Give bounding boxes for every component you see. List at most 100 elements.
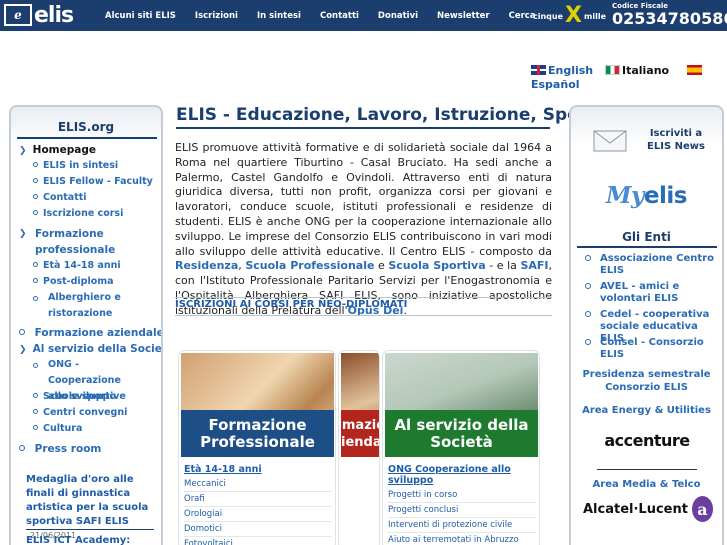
area-energy-label: Area Energy & Utilities: [582, 405, 711, 416]
language-english-label: English: [548, 64, 594, 77]
alcatel-lucent-logo[interactable]: Alcatel·Lucent a: [583, 494, 713, 524]
nav-newsletter[interactable]: Newsletter: [437, 11, 490, 21]
ente-label: Consel - Consorzio ELIS: [600, 337, 704, 360]
circle-bullet-icon: [585, 339, 591, 345]
link-safi[interactable]: SAFI: [520, 259, 548, 272]
card-heading[interactable]: ONG Cooperazione allo sviluppo: [388, 464, 539, 486]
sidebar-item-label: Formazione aziendale: [34, 327, 163, 339]
ente-label: Associazione Centro ELIS: [600, 253, 714, 276]
circle-bullet-icon: [33, 262, 38, 267]
alcatel-logo-icon: a: [691, 496, 713, 522]
circle-bullet-icon: [33, 425, 38, 430]
sidebar-item-label: Formazione professionale: [35, 228, 116, 256]
language-italiano[interactable]: Italiano: [604, 64, 669, 77]
link-scuola-professionale[interactable]: Scuola Professionale: [245, 259, 374, 272]
news-item[interactable]: Medaglia d'oro alle finali di ginnastica…: [26, 473, 154, 543]
sidebar-item-label: Alberghiero e ristorazione: [48, 292, 121, 319]
sidebar-item-elis-fellow[interactable]: ELIS Fellow - Faculty: [33, 174, 153, 190]
circle-bullet-icon: [19, 329, 25, 335]
card-link[interactable]: Progetti in corso: [388, 488, 536, 503]
chevron-down-icon: ❯: [19, 146, 27, 156]
nav-alcuni-siti[interactable]: Alcuni siti ELIS: [105, 11, 176, 21]
card-link[interactable]: Meccanici: [184, 477, 332, 492]
sidebar-item-label: ELIS in sintesi: [43, 160, 119, 171]
circle-bullet-icon: [33, 178, 38, 183]
card-link[interactable]: Orafi: [184, 492, 332, 507]
alcatel-text: Alcatel·Lucent: [583, 501, 688, 517]
card-formazione-professionale[interactable]: Formazione Professionale Età 14-18 anni …: [178, 350, 336, 545]
ente-consel[interactable]: Consel - Consorzio ELIS: [585, 337, 719, 361]
card-link[interactable]: Aiuto ai terremotati in Abruzzo: [388, 533, 536, 545]
sidebar-item-label: Scuole sportive: [43, 391, 126, 402]
card-banner: mazio iendal: [341, 410, 379, 457]
myelis-my: My: [606, 182, 644, 209]
presidenza-link[interactable]: Presidenza semestrale Consorzio ELIS: [571, 368, 722, 394]
card-link[interactable]: Orologiai: [184, 507, 332, 522]
sidebar-item-label: Centri convegni: [43, 407, 128, 418]
link-scuola-sportiva[interactable]: Scuola Sportiva: [388, 259, 485, 272]
area-media-label: Area Media & Telco: [592, 479, 701, 490]
circle-bullet-icon: [33, 409, 38, 414]
elis-logo[interactable]: e elis: [4, 3, 74, 28]
intro-paragraph: ELIS promuove attività formative e di so…: [175, 141, 552, 319]
intro-sep-3: - e la: [485, 259, 521, 273]
card-formazione-aziendale[interactable]: mazio iendal: [338, 350, 380, 545]
sidebar-item-iscrizione-corsi[interactable]: Iscrizione corsi: [33, 206, 123, 222]
sidebar-item-label: Post-diploma: [43, 276, 114, 287]
sidebar-item-al-servizio[interactable]: ❯ Al servizio della Società: [19, 341, 161, 358]
card-al-servizio[interactable]: Al servizio della Società ONG Cooperazio…: [382, 350, 540, 545]
sidebar-item-contatti[interactable]: Contatti: [33, 190, 87, 206]
cinque-per-mille-logo[interactable]: cinque X mille: [533, 4, 606, 28]
sidebar-item-formazione-aziendale[interactable]: Formazione aziendale: [19, 325, 163, 341]
sidebar-item-scuole-sportive[interactable]: Scuole sportive: [33, 389, 126, 405]
nav-iscrizioni[interactable]: Iscrizioni: [195, 11, 238, 21]
subscribe-newsletter-link[interactable]: Iscriviti a ELIS News: [641, 127, 711, 153]
card-link-list: Meccanici Orafi Orologiai Domotici Fotov…: [184, 477, 332, 545]
sidebar-item-homepage[interactable]: ❯ Homepage: [19, 142, 96, 159]
card-link[interactable]: Fotovoltaici: [184, 537, 332, 545]
card-heading[interactable]: Età 14-18 anni: [184, 464, 262, 475]
servizio-submenu: ONG - Cooperazione allo sviluppo Scuole …: [33, 357, 161, 437]
codice-fiscale-value: 02534780586: [612, 9, 727, 28]
sidebar-item-centri-convegni[interactable]: Centri convegni: [33, 405, 127, 421]
card-link-list: Progetti in corso Progetti conclusi Inte…: [388, 488, 536, 545]
sidebar-item-eta-14-18[interactable]: Età 14-18 anni: [33, 258, 121, 274]
myelis-logo[interactable]: Myelis: [571, 182, 722, 209]
page-title: ELIS - Educazione, Lavoro, Istruzione, S…: [176, 105, 596, 125]
circle-bullet-icon: [585, 311, 591, 317]
card-link[interactable]: Progetti conclusi: [388, 503, 536, 518]
sidebar-title: ELIS.org: [57, 120, 115, 134]
ente-avel[interactable]: AVEL - amici e volontari ELIS: [585, 281, 719, 305]
envelope-icon[interactable]: [593, 128, 627, 152]
sidebar-item-press-room[interactable]: Press room: [19, 441, 101, 457]
ente-label: AVEL - amici e volontari ELIS: [600, 281, 680, 304]
accenture-logo[interactable]: accenture: [603, 420, 691, 460]
circle-bullet-icon: [33, 194, 38, 199]
homepage-submenu: ELIS in sintesi ELIS Fellow - Faculty Co…: [33, 158, 161, 222]
nav-donativi[interactable]: Donativi: [378, 11, 418, 21]
nav-cerca[interactable]: Cerca: [509, 11, 536, 21]
logo-mark-icon: e: [4, 4, 32, 26]
chevron-down-icon: ❯: [19, 345, 27, 355]
link-residenza[interactable]: Residenza: [175, 259, 238, 272]
sidebar-item-formazione-professionale[interactable]: ❯ Formazione professionale: [19, 226, 139, 258]
header-bar: e elis Alcuni siti ELIS Iscrizioni In si…: [0, 0, 727, 31]
card-link[interactable]: Domotici: [184, 522, 332, 537]
chevron-down-icon: ❯: [19, 229, 27, 239]
circle-bullet-icon: [19, 445, 25, 451]
card-link[interactable]: Interventi di protezione civile: [388, 518, 536, 533]
ente-associazione[interactable]: Associazione Centro ELIS: [585, 253, 719, 277]
circle-bullet-icon: [33, 162, 38, 167]
sidebar-item-alberghiero[interactable]: Alberghiero e ristorazione: [33, 290, 133, 322]
sidebar-item-cultura[interactable]: Cultura: [33, 421, 82, 437]
card-image: mazio iendal: [341, 353, 379, 457]
nav-contatti[interactable]: Contatti: [320, 11, 359, 21]
news-item-2[interactable]: ELIS ICT Academy: stage: [26, 535, 154, 545]
title-divider: [176, 127, 550, 129]
language-english[interactable]: English: [531, 64, 593, 77]
neo-diplomati-link[interactable]: ISCRIZIONI AI CORSI PER NEO-DIPLOMATI: [175, 297, 552, 316]
nav-in-sintesi[interactable]: In sintesi: [257, 11, 301, 21]
sidebar-item-post-diploma[interactable]: Post-diploma: [33, 274, 114, 290]
language-espanol[interactable]: Español: [531, 78, 580, 91]
sidebar-item-elis-sintesi[interactable]: ELIS in sintesi: [33, 158, 118, 174]
